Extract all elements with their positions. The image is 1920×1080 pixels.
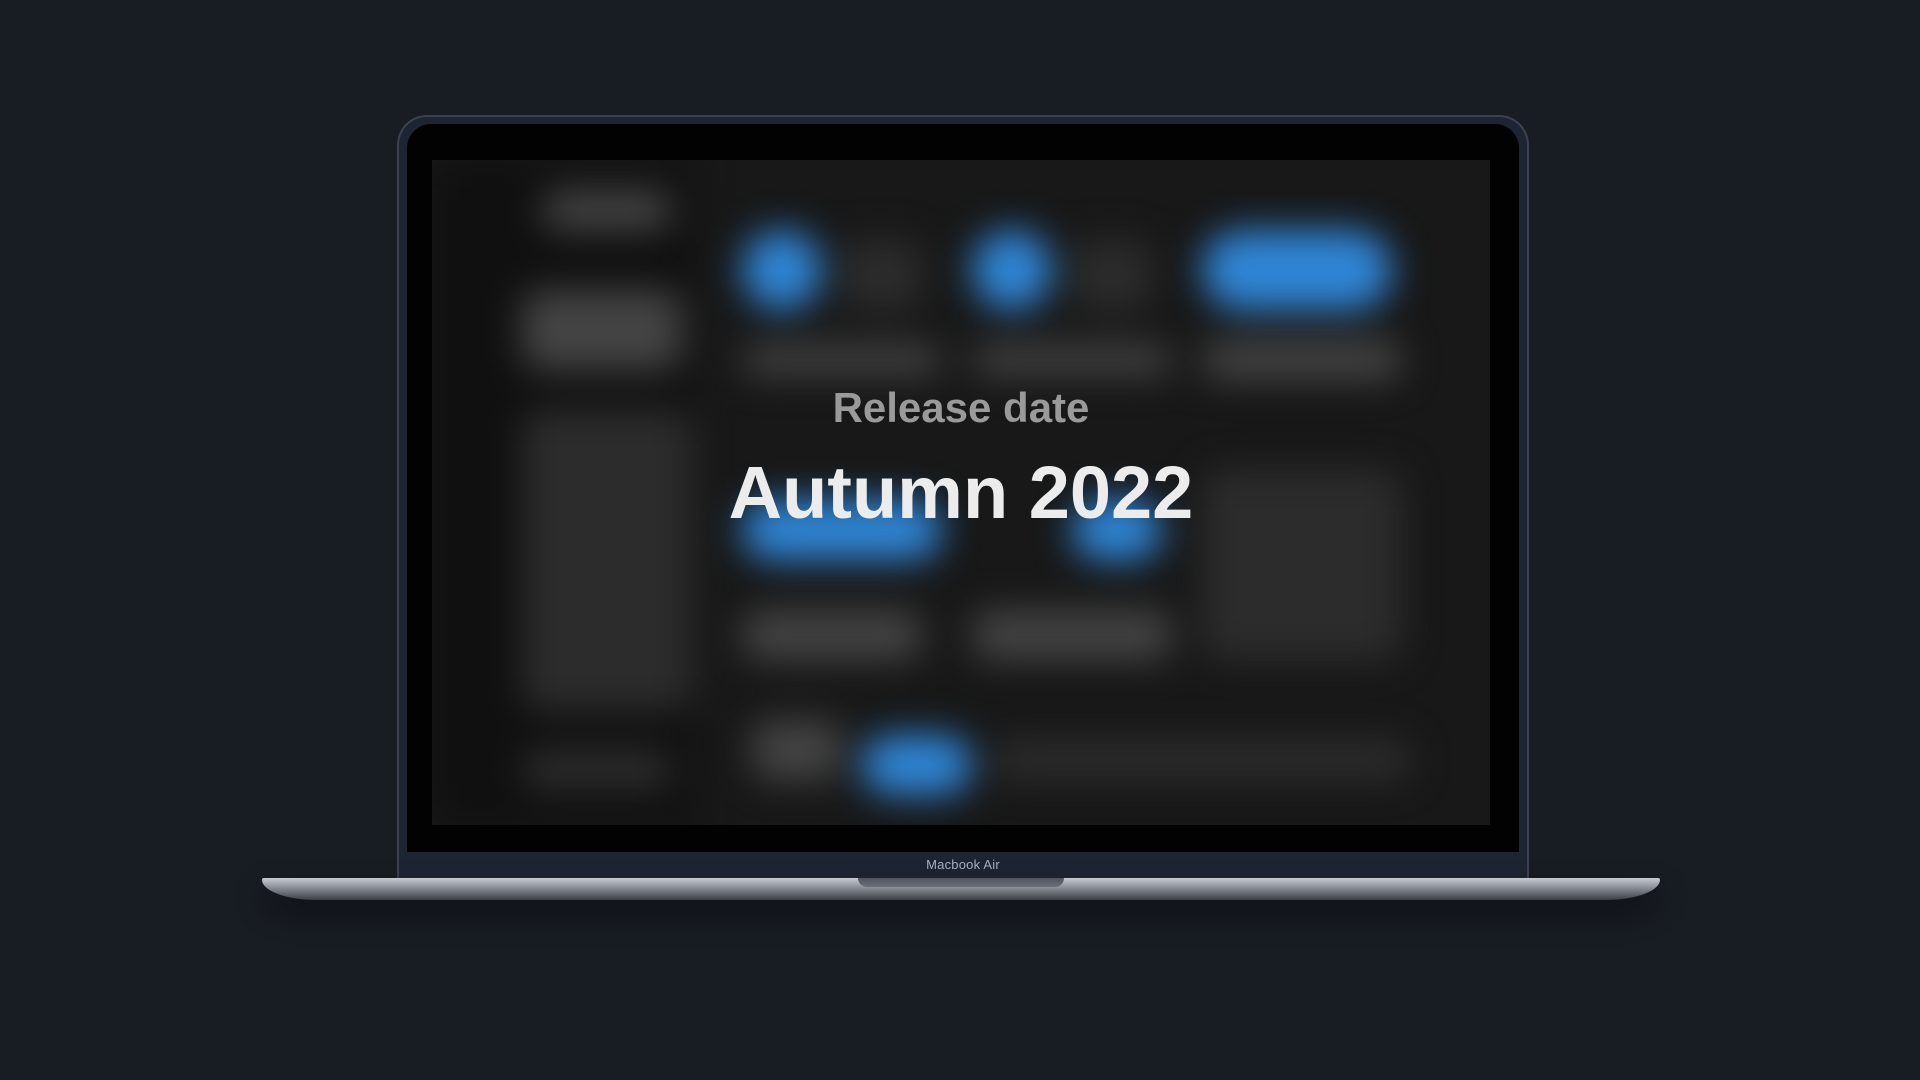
laptop-screen: Release date Autumn 2022 — [432, 160, 1490, 825]
blurred-block — [1202, 340, 1402, 380]
blurred-block — [992, 740, 1412, 780]
blurred-block — [752, 720, 842, 780]
blurred-block — [742, 610, 922, 660]
blurred-block — [972, 610, 1172, 660]
blurred-blue-card-3 — [1202, 230, 1392, 310]
device-model-label: Macbook Air — [926, 857, 1000, 872]
blurred-sidebar-title — [542, 190, 672, 230]
blurred-blue-pill — [862, 735, 972, 795]
laptop-opening-notch — [858, 878, 1064, 887]
blurred-block — [742, 345, 942, 375]
blurred-sidebar-card — [522, 290, 682, 370]
blurred-block — [1072, 240, 1152, 310]
blurred-sidebar-footer — [522, 750, 672, 790]
release-date-value: Autumn 2022 — [728, 451, 1194, 534]
blurred-block — [842, 240, 922, 310]
blurred-block — [972, 345, 1172, 375]
blurred-blue-card-2 — [972, 230, 1052, 310]
release-date-label: Release date — [832, 384, 1090, 431]
stage: Macbook Air Release date Autumn 2022 — [0, 0, 1920, 1080]
blurred-blue-card-1 — [742, 230, 822, 310]
